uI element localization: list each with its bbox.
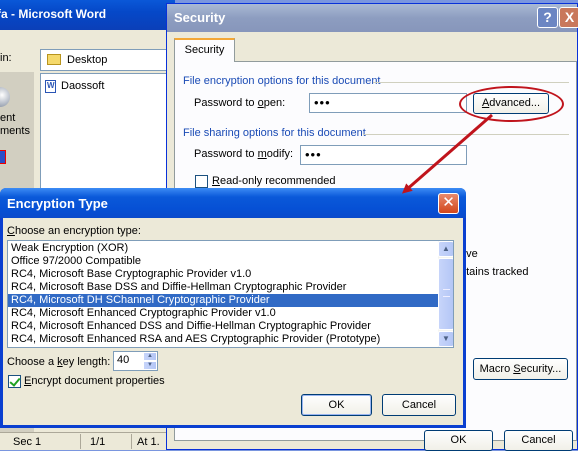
encryption-type-list[interactable]: Weak Encryption (XOR) Office 97/2000 Comp…	[7, 240, 454, 348]
desktop-place-icon[interactable]	[0, 150, 6, 164]
key-length-label: Choose a key length:	[7, 356, 111, 368]
read-only-label: Read-only recommended	[212, 175, 336, 187]
password-to-open-input[interactable]: •••	[309, 93, 467, 113]
security-title-text: Security	[174, 10, 226, 25]
file-list-item[interactable]: Daossoft	[61, 80, 104, 92]
encryption-cancel-button[interactable]: Cancel	[382, 394, 456, 416]
security-cancel-button[interactable]: Cancel	[504, 430, 573, 451]
encryption-type-option[interactable]: RC4, Microsoft DH SChannel Cryptographic…	[8, 294, 438, 307]
password-to-modify-input[interactable]: •••	[300, 145, 467, 165]
spin-up-icon[interactable]: ▲	[143, 352, 157, 361]
password-to-modify-label: Password to modify:	[194, 148, 294, 160]
folder-icon	[47, 54, 61, 65]
encryption-type-option[interactable]: RC4, Microsoft Enhanced Cryptographic Pr…	[8, 307, 438, 320]
encryption-ok-button[interactable]: OK	[301, 394, 372, 416]
key-length-spin-buttons: ▲ ▼	[143, 352, 157, 370]
security-ok-button[interactable]: OK	[424, 430, 493, 451]
encryption-options-heading: File encryption options for this documen…	[183, 75, 381, 87]
help-button[interactable]: ?	[537, 7, 558, 28]
encryption-type-option[interactable]: Office 97/2000 Compatible	[8, 255, 438, 268]
key-length-value: 40	[117, 354, 130, 366]
grip-icon	[443, 289, 450, 297]
save-in-dropdown[interactable]: Desktop	[40, 49, 170, 71]
status-section: Sec 1	[13, 436, 42, 448]
encrypt-properties-label: Encrypt document properties	[24, 375, 165, 387]
places-recent-label: ent ments	[0, 112, 30, 137]
encryption-type-dialog: Encryption Type ✕ Choose an encryption t…	[0, 188, 466, 428]
read-only-checkbox[interactable]	[195, 175, 208, 188]
security-close-button[interactable]: X	[559, 7, 578, 28]
encryption-close-button[interactable]: ✕	[438, 193, 459, 214]
password-to-open-label: Password to open:	[194, 97, 286, 109]
word-document-icon	[45, 80, 56, 93]
status-divider	[80, 434, 81, 449]
list-scrollbar[interactable]: ▲ ▼	[438, 241, 453, 347]
security-title-bar: Security	[167, 4, 577, 32]
word-status-bar: Sec 1 1/1 At 1.	[0, 432, 175, 450]
encryption-dialog-body: Choose an encryption type: Weak Encrypti…	[3, 218, 463, 425]
encryption-type-option[interactable]: Weak Encryption (XOR)	[8, 242, 438, 255]
word-title-bar: fa - Microsoft Word	[0, 0, 175, 30]
section-divider	[363, 134, 569, 135]
encrypt-properties-checkbox[interactable]	[8, 375, 21, 388]
encryption-title-bar: Encryption Type	[0, 188, 466, 218]
scrollbar-thumb[interactable]	[438, 258, 453, 330]
status-page: 1/1	[90, 436, 106, 448]
status-divider	[131, 434, 132, 449]
tab-security[interactable]: Security	[174, 38, 235, 62]
macro-security-button[interactable]: Macro Security...	[473, 358, 568, 380]
word-title-text: fa - Microsoft Word	[0, 7, 107, 21]
spin-down-icon[interactable]: ▼	[143, 361, 157, 370]
encryption-type-option[interactable]: RC4, Microsoft Enhanced RSA and AES Cryp…	[8, 333, 438, 346]
encryption-title-text: Encryption Type	[7, 196, 108, 211]
encryption-type-option[interactable]: RC4, Microsoft Base Cryptographic Provid…	[8, 268, 438, 281]
save-in-value: Desktop	[67, 54, 108, 66]
file-list[interactable]: Daossoft	[40, 73, 172, 193]
choose-encryption-label: Choose an encryption type:	[7, 225, 141, 237]
sharing-options-heading: File sharing options for this document	[183, 127, 366, 139]
save-in-label: in:	[0, 52, 12, 64]
scroll-up-arrow-icon[interactable]: ▲	[438, 241, 453, 257]
key-length-spinner[interactable]: 40 ▲ ▼	[113, 351, 158, 371]
encryption-type-option[interactable]: RC4, Microsoft Enhanced DSS and Diffie-H…	[8, 320, 438, 333]
encryption-type-option[interactable]: RC4, Microsoft Base DSS and Diffie-Hellm…	[8, 281, 438, 294]
annotation-highlight-ellipse	[459, 86, 564, 122]
status-position: At 1.	[137, 436, 160, 448]
scroll-down-arrow-icon[interactable]: ▼	[438, 331, 453, 347]
privacy-option-partial-text: ntains tracked	[460, 266, 529, 278]
section-divider	[373, 82, 569, 83]
